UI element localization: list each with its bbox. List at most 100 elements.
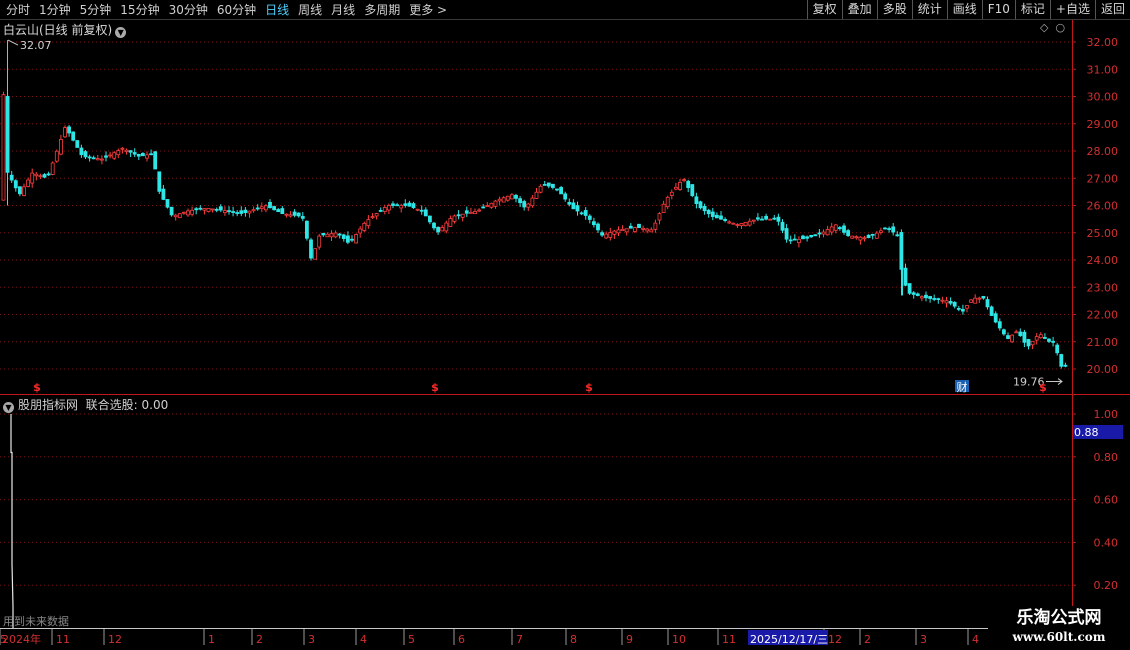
candle (464, 206, 469, 217)
time-axis: 2024年 11 12 1 2 3 4 5 6 7 8 9 10 11 12 2 3 45 2025/12/17/三 (0, 628, 1130, 646)
candle (337, 232, 342, 239)
candle-body (657, 213, 662, 221)
candle (743, 221, 748, 227)
candle-body (542, 183, 547, 186)
candle (268, 199, 272, 209)
candle (985, 296, 990, 310)
candle-body (579, 212, 584, 215)
time-tick-label: 6 (458, 633, 465, 646)
candle (596, 222, 600, 233)
candle-body (124, 149, 129, 153)
price-tick-label: 21.00 (1087, 336, 1119, 349)
candle (870, 233, 875, 240)
candle-body (690, 184, 695, 196)
candle-body (452, 215, 457, 222)
candle-body (907, 283, 912, 294)
candle-body (169, 206, 174, 216)
candle-body (263, 205, 268, 211)
price-tick-label: 24.00 (1087, 254, 1119, 267)
candle-body (136, 154, 141, 157)
candle (1026, 338, 1031, 350)
candle (104, 151, 108, 162)
candle (686, 179, 691, 193)
candle (1, 91, 6, 201)
candle (649, 227, 654, 233)
price-tick-label: 22.00 (1087, 309, 1119, 322)
candle-body (821, 231, 826, 235)
candle-body (300, 216, 305, 219)
candle (313, 248, 318, 260)
candle (432, 221, 436, 231)
candle-body (432, 222, 436, 229)
candle-body (309, 239, 313, 259)
candle (977, 296, 982, 304)
candle (858, 236, 863, 245)
candle-body (616, 229, 621, 234)
candle (940, 296, 945, 304)
candle (674, 182, 678, 191)
future-data-notice: 用到未来数据 (3, 614, 69, 628)
candle (608, 227, 613, 241)
candle (423, 207, 428, 217)
candle-body (854, 236, 859, 239)
candle-body (214, 208, 219, 211)
candle (473, 208, 477, 215)
candle (309, 237, 313, 261)
candle-body (788, 239, 793, 242)
candle (715, 212, 719, 219)
candle (1002, 328, 1006, 336)
candle-body (645, 228, 650, 232)
candle-body (887, 228, 891, 230)
candle-body (911, 292, 916, 295)
watermark-line2: www.60lt.com (1012, 630, 1106, 644)
candle-body (444, 222, 449, 232)
candle-body (46, 173, 51, 176)
candle (723, 217, 727, 223)
candlestick-series: 32.0719.76$ $ $ 财 $ (1, 39, 1068, 394)
candle-body (292, 211, 297, 216)
candle-body (706, 209, 711, 215)
price-chart[interactable]: 32.0719.76$ $ $ 财 $ 32.0031.0030.0029.0028.0… (0, 0, 1130, 650)
candle-body (42, 174, 47, 178)
candle (54, 149, 59, 163)
candle (764, 213, 768, 221)
candle-body (251, 209, 256, 212)
candle-body (583, 210, 588, 216)
candle (71, 131, 76, 142)
candle-body (222, 210, 227, 214)
candle-body (555, 188, 559, 191)
candle-body (751, 219, 756, 222)
candle (218, 204, 223, 213)
candle-body (108, 154, 112, 157)
candle-body (637, 223, 641, 228)
candle-body (34, 173, 39, 177)
candle-body (698, 201, 703, 209)
candle-body (776, 216, 781, 222)
indicator-tick-label: 0.40 (1094, 536, 1119, 549)
candle-body (83, 151, 88, 158)
candle-body (940, 299, 945, 302)
candle-body (546, 182, 551, 187)
candle (341, 233, 346, 242)
candle (276, 207, 281, 213)
candle-body (743, 221, 748, 227)
candle-body (628, 225, 633, 229)
candle-body (67, 126, 71, 134)
candle-body (13, 180, 18, 189)
candle (83, 149, 88, 160)
candle-body (268, 201, 272, 209)
time-tick-label: 11 (56, 633, 70, 646)
candle-body (715, 214, 719, 219)
candle (386, 203, 391, 215)
candle-body (969, 299, 973, 303)
candle-body (198, 207, 203, 210)
candle-body (1034, 336, 1039, 341)
candle (42, 173, 47, 179)
candle (1030, 340, 1035, 350)
candle (136, 153, 141, 161)
candle (444, 220, 449, 234)
candle (915, 292, 920, 297)
candle (829, 222, 834, 236)
candle-body (530, 197, 535, 207)
candle-body (440, 227, 445, 232)
